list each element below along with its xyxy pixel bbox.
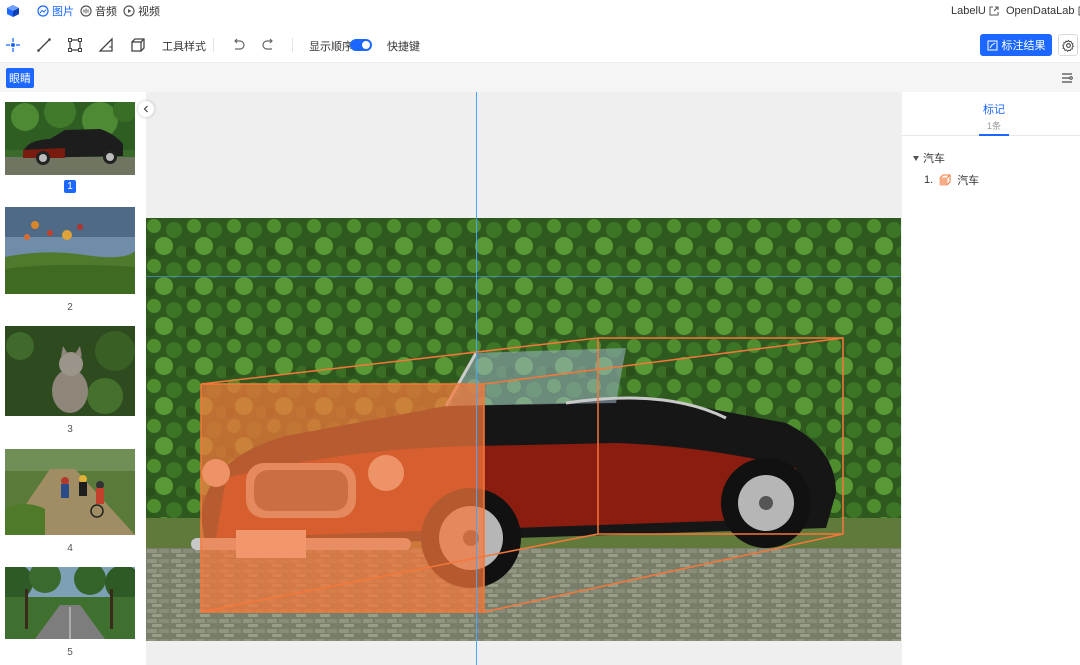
opendatalab-link-label: OpenDataLab (1006, 5, 1075, 17)
toolbar-divider (292, 38, 293, 52)
tab-labels[interactable]: 标记 1条 (979, 92, 1009, 136)
thumbnail-road-image (5, 567, 135, 639)
nav-tab-audio-label: 音频 (95, 6, 117, 18)
video-icon (123, 5, 135, 17)
thumbnail-4-index: 4 (67, 543, 73, 554)
result-icon (987, 40, 997, 50)
label-item-order: 1. (924, 174, 934, 186)
tab-labels-count: 1条 (986, 121, 1001, 131)
cuboid-icon (131, 38, 145, 52)
label-group-name: 汽车 (923, 153, 945, 165)
caret-down-icon (913, 155, 919, 161)
undo-button[interactable] (229, 36, 247, 54)
label-item-name: 汽车 (957, 175, 980, 187)
rect-tool[interactable] (66, 36, 84, 54)
hotkeys-button[interactable]: 快捷键 (387, 38, 420, 54)
annotation-result-label: 标注结果 (1001, 40, 1046, 52)
show-order-toggle[interactable] (350, 39, 372, 51)
nav-tab-audio[interactable]: 音频 (80, 3, 117, 19)
line-icon (37, 38, 51, 52)
annotation-result-button[interactable]: 标注结果 (980, 34, 1052, 56)
thumbnail-3[interactable] (5, 326, 135, 416)
point-icon (6, 38, 20, 52)
opendatalab-link[interactable]: OpenDataLab (1006, 3, 1080, 19)
thumbnail-4[interactable] (5, 449, 135, 535)
polygon-icon (98, 37, 113, 52)
annotation-canvas[interactable] (146, 92, 901, 665)
thumbnail-3-index: 3 (67, 424, 73, 435)
app-logo-icon (7, 5, 19, 17)
undo-icon (234, 38, 245, 50)
audio-icon (80, 5, 92, 17)
thumbnail-1-index: 1 (0, 180, 140, 193)
redo-button[interactable] (260, 36, 278, 54)
nav-tab-image-label: 图片 (52, 6, 74, 18)
thumbnail-5-index: 5 (67, 647, 73, 658)
image-icon (37, 5, 49, 17)
gear-icon (1061, 39, 1074, 52)
toolbar-divider (213, 38, 214, 52)
settings-button[interactable] (1058, 34, 1078, 56)
thumbnail-balloons-image (5, 207, 135, 294)
top-nav: 图片 音频 视频 LabelU OpenDataLab (0, 0, 1080, 22)
thumbnail-car-image (5, 102, 135, 175)
canvas-image-car (146, 218, 901, 641)
label-group-header[interactable]: 汽车 (913, 150, 945, 166)
label-list-item[interactable]: 1. 汽车 (924, 172, 979, 188)
thumbnail-1[interactable] (3, 100, 137, 177)
menu-settings-icon[interactable] (1060, 71, 1074, 85)
point-tool[interactable] (4, 36, 22, 54)
labelu-link-label: LabelU (951, 5, 986, 17)
thumbnail-cat-image (5, 326, 135, 416)
show-order-label: 显示顺序 (309, 41, 353, 53)
nav-tab-image[interactable]: 图片 (37, 3, 74, 19)
crosshair-vertical (476, 92, 477, 665)
nav-tab-video[interactable]: 视频 (123, 3, 160, 19)
toolbar: 工具样式 显示顺序 快捷键 标注结果 (0, 28, 1080, 62)
cuboid-icon (939, 174, 951, 186)
thumbnail-2-index: 2 (67, 302, 73, 313)
chevron-left-icon (143, 105, 148, 113)
thumbnail-2[interactable] (5, 207, 135, 294)
crosshair-horizontal (146, 276, 901, 277)
thumbnail-sidebar: 1 2 3 4 5 (0, 92, 146, 665)
thumbnail-5[interactable] (5, 567, 135, 639)
external-link-icon (989, 6, 999, 16)
polygon-tool[interactable] (97, 36, 115, 54)
line-tool[interactable] (35, 36, 53, 54)
attribute-chip-active[interactable]: 眼睛 (6, 68, 34, 88)
redo-icon (262, 38, 273, 50)
attribute-bar: 眼睛 (0, 62, 1080, 92)
labelu-link[interactable]: LabelU (951, 3, 999, 19)
nav-tab-video-label: 视频 (138, 6, 160, 18)
collapse-sidebar-button[interactable] (138, 101, 154, 117)
labels-panel: 标记 1条 汽车 1. 汽车 (901, 92, 1080, 665)
tool-style-button[interactable]: 工具样式 (162, 38, 206, 54)
tab-labels-title: 标记 (983, 104, 1005, 116)
labels-tab-bar: 标记 1条 (902, 92, 1080, 136)
rect-icon (68, 38, 82, 52)
cuboid-tool[interactable] (129, 36, 147, 54)
thumbnail-bikers-image (5, 449, 135, 535)
